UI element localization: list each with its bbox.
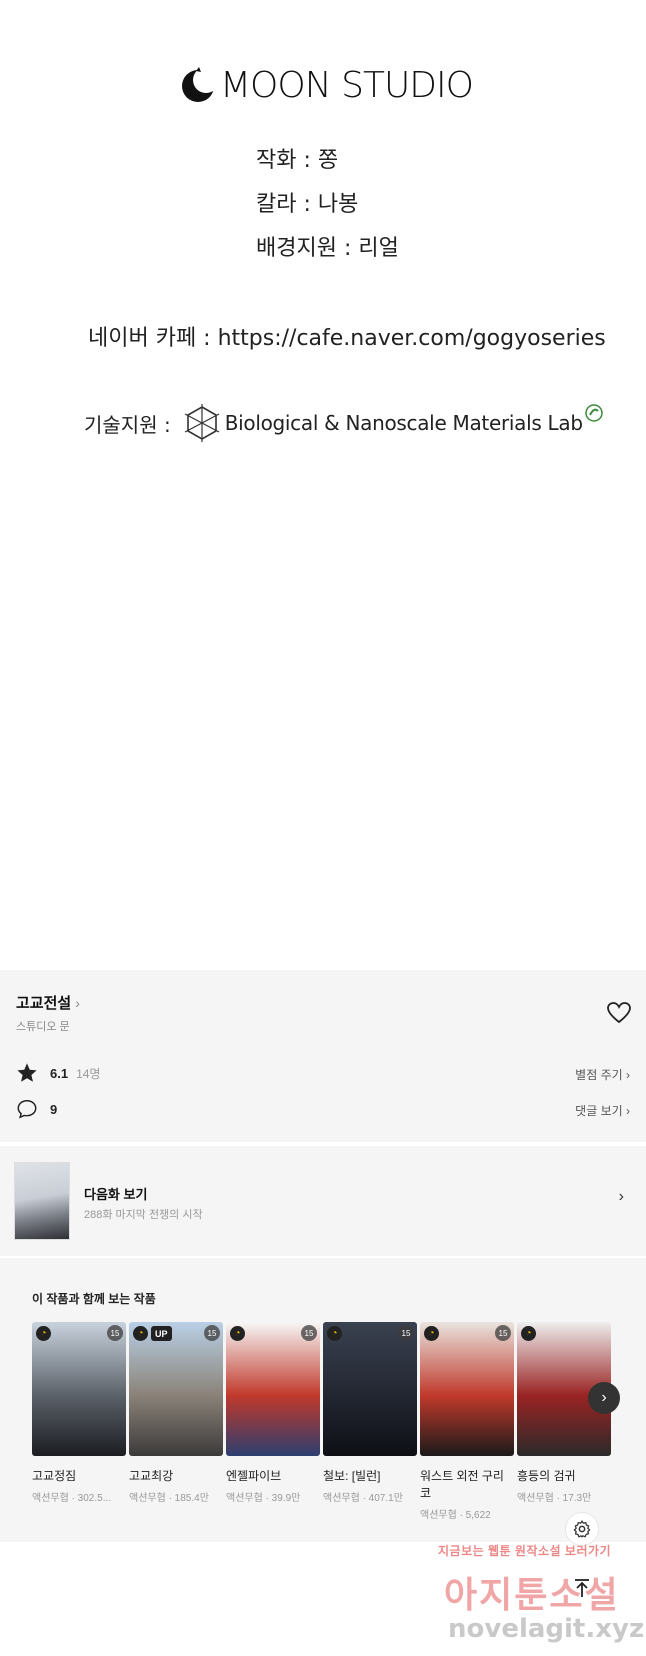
credit-color: 칼라 : 나봉 [256, 192, 359, 217]
recommendation-title: 고교최강 [129, 1469, 174, 1483]
comment-row: 9 [16, 1098, 57, 1120]
page: MOON STUDIO 작화 : 쫑 칼라 : 나봉 배경지원 : 리얼 네이버… [0, 0, 646, 1656]
recommendation-card[interactable]: ◔ UP 15 고교최강액션무협 · 185.4만 [129, 1322, 223, 1504]
recommendation-meta: 액션무협 · 39.9만 [226, 1493, 301, 1504]
age-rating-badge: 15 [398, 1325, 414, 1341]
credit-background: 배경지원 : 리얼 [256, 236, 399, 261]
recommendation-cover: ◔ 15 [32, 1322, 126, 1456]
rating-count: 14명 [76, 1066, 101, 1081]
recommendation-meta: 액션무협 · 185.4만 [129, 1493, 209, 1504]
clock-icon: ◔ [327, 1326, 342, 1341]
recommendation-cover: ◔ 15 [420, 1322, 514, 1456]
watermark-url: novelagit.xyz [448, 1614, 645, 1644]
recommendation-card[interactable]: ◔ 15 엔젤파이브액션무협 · 39.9만 [226, 1322, 320, 1504]
credits-panel: MOON STUDIO 작화 : 쫑 칼라 : 나봉 배경지원 : 리얼 네이버… [0, 0, 646, 970]
cafe-link-text: 네이버 카페 : https://cafe.naver.com/gogyoser… [88, 326, 606, 351]
recommendation-card[interactable]: ◔ 15 철보: [빌런] 액션무협 · 407.1만 [323, 1322, 417, 1504]
next-episode-thumbnail [14, 1162, 70, 1240]
age-rating-badge: 15 [107, 1325, 123, 1341]
recommendations-list: ◔ 15 고교정짐 액션무협 · 302.5... ◔ UP 15 고교최강 액션무협 · 18… [32, 1322, 614, 1532]
clock-icon: ◔ [230, 1326, 245, 1341]
watermark-brand: 아지툰소설 [444, 1575, 620, 1616]
recommendation-title: 워스트 외전 구리코 [420, 1469, 504, 1500]
comment-icon [17, 1100, 37, 1119]
credit-artist: 작화 : 쫑 [256, 148, 339, 173]
recommendations-panel: 이 작품과 함께 보는 작품 ◔ 15 고교정짐 액션무협 · 302.5... ◔ UP… [0, 1258, 646, 1542]
next-episode-card[interactable]: 다음화 보기 288화 마지막 전쟁의 시작 › [0, 1146, 646, 1256]
clock-icon: ◔ [133, 1326, 148, 1341]
tech-support-line: 기술지원 : Biological & Nanoscale Materials … [84, 404, 603, 442]
recommendation-card[interactable]: ◔ 흥등의 검귀액션무협 · 17.3만 [517, 1322, 611, 1504]
recommendation-meta: 액션무협 · 17.3만 [517, 1493, 592, 1504]
series-title: 고교전설 [16, 995, 72, 1012]
recommendation-title: 흥등의 검귀 [517, 1469, 576, 1483]
clock-icon: ◔ [424, 1326, 439, 1341]
chevron-right-icon: › [75, 994, 80, 1011]
star-icon [17, 1063, 37, 1082]
age-rating-badge: 15 [495, 1325, 511, 1341]
comment-count: 9 [50, 1101, 58, 1117]
logo-text: MOON STUDIO [220, 64, 474, 106]
recommendation-title: 엔젤파이브 [226, 1469, 282, 1483]
view-comments-button[interactable]: 댓글 보기 › [575, 1102, 630, 1119]
series-title-link[interactable]: 고교전설 › [16, 992, 80, 1013]
clock-icon: ◔ [521, 1326, 536, 1341]
rating-value: 6.1 [50, 1065, 69, 1081]
recommendation-title: 철보: [빌런] [323, 1469, 381, 1483]
recommendation-card[interactable]: ◔ 15 고교정짐액션무협 · 302.5... [32, 1322, 126, 1504]
settings-button[interactable] [565, 1512, 599, 1546]
up-badge: UP [151, 1326, 172, 1341]
recommendation-cover: ◔ UP 15 [129, 1322, 223, 1456]
rate-button[interactable]: 별점 주기 › [575, 1066, 630, 1083]
rating-row: 6.1 14명 [16, 1062, 100, 1084]
chevron-right-icon: › [618, 1188, 624, 1205]
age-rating-badge: 15 [301, 1325, 317, 1341]
recommendation-title: 고교정짐 [32, 1469, 77, 1483]
recommendation-meta: 액션무협 · 302.5... [32, 1493, 112, 1504]
tech-label: 기술지원 : [84, 412, 171, 437]
recommendation-cover: ◔ 15 [226, 1322, 320, 1456]
recommendation-meta: 액션무협 · 407.1만 [323, 1493, 403, 1504]
moon-logo-icon [182, 67, 218, 102]
scroll-right-button[interactable]: › [588, 1382, 620, 1414]
moon-studio-logo: MOON STUDIO [178, 62, 474, 108]
next-episode-title: 다음화 보기 [84, 1187, 148, 1202]
recommendation-card[interactable]: ◔ 15 워스트 외전 구리코액션무협 · 5,622 [420, 1322, 514, 1521]
lab-name: Biological & Nanoscale Materials Lab [224, 411, 583, 435]
lab-badge-icon [584, 404, 603, 422]
lab-hexagon-icon [184, 404, 219, 442]
series-info-panel: 고교전설 › 스튜디오 문 6.1 14명 별점 주기 › 9 댓글 보기 › [0, 970, 646, 1142]
recommendations-title: 이 작품과 함께 보는 작품 [32, 1292, 156, 1306]
series-studio: 스튜디오 문 [16, 1021, 70, 1033]
watermark-tagline: 지금보는 웹툰 원작소설 보러가기 [438, 1544, 612, 1558]
heart-icon[interactable] [606, 1000, 632, 1026]
next-episode-subtitle: 288화 마지막 전쟁의 시작 [84, 1209, 203, 1221]
recommendation-meta: 액션무협 · 5,622 [420, 1510, 491, 1521]
age-rating-badge: 15 [204, 1325, 220, 1341]
recommendation-cover: ◔ 15 [323, 1322, 417, 1456]
gear-icon [573, 1520, 591, 1538]
clock-icon: ◔ [36, 1326, 51, 1341]
